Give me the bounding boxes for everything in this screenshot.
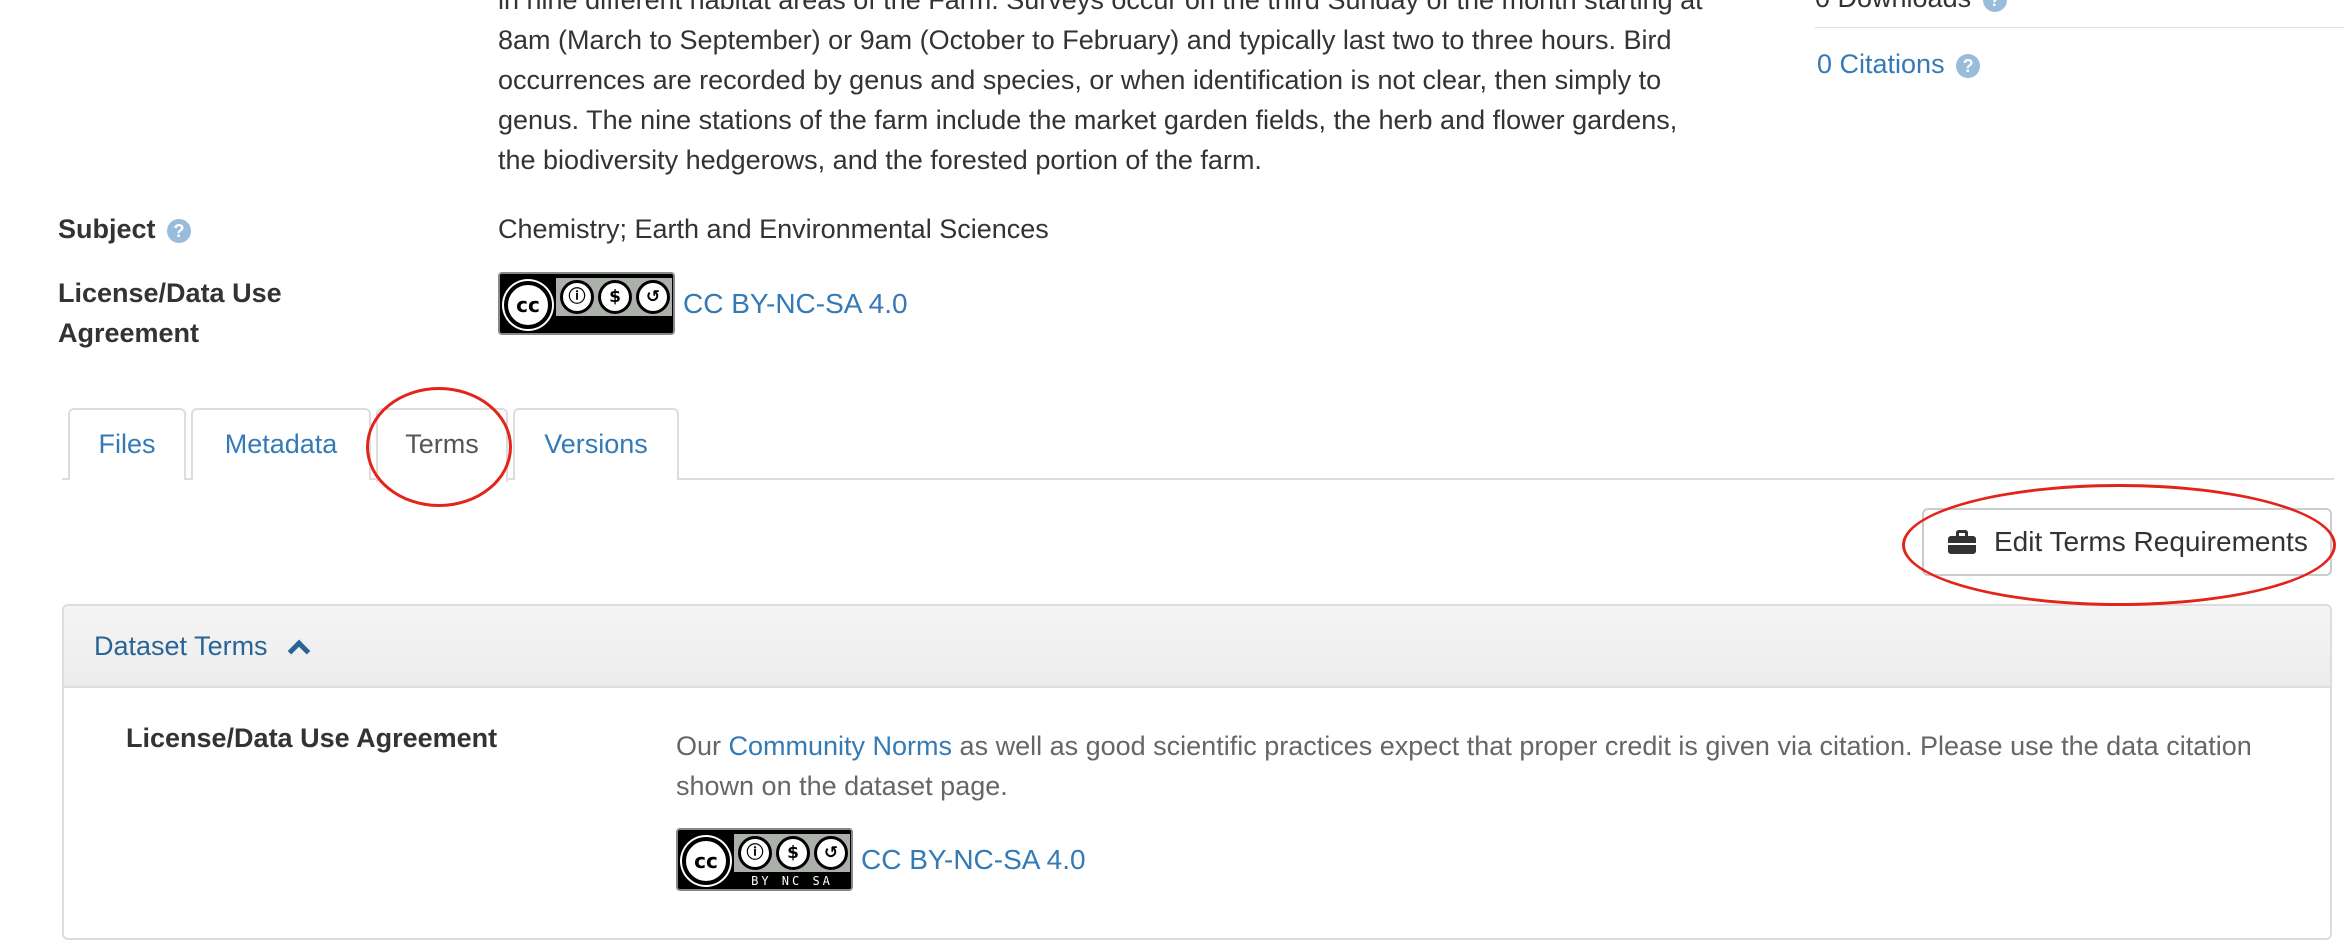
cc-license-badge-icon[interactable]: cc ⓘ $ ↺ BY NC SA <box>676 828 853 891</box>
tab-terms[interactable]: Terms <box>376 408 508 482</box>
cc-sa-icon: ↺ <box>636 280 670 314</box>
tab-versions[interactable]: Versions <box>513 408 679 480</box>
cc-badge-text: BY NC SA <box>556 318 672 333</box>
chevron-up-icon[interactable] <box>287 639 311 663</box>
cc-by-icon: ⓘ <box>560 280 594 314</box>
dataset-description: in nine different habitat areas of the F… <box>498 0 1798 180</box>
dataset-tabs: Files Metadata Terms Versions <box>62 408 2334 482</box>
terms-text-before: Our <box>676 731 729 761</box>
cc-nc-icon: $ <box>598 280 632 314</box>
description-line: the biodiversity hedgerows, and the fore… <box>498 145 1262 175</box>
description-line: 8am (March to September) or 9am (October… <box>498 25 1672 55</box>
metrics-divider <box>1815 27 2344 28</box>
tab-files[interactable]: Files <box>68 408 186 480</box>
help-icon[interactable]: ? <box>1982 0 2007 12</box>
description-line: genus. The nine stations of the farm inc… <box>498 105 1678 135</box>
help-icon[interactable]: ? <box>167 219 192 243</box>
subject-value: Chemistry; Earth and Environmental Scien… <box>498 214 1049 244</box>
help-icon[interactable]: ? <box>1956 54 1981 78</box>
citations-link[interactable]: 0 Citations ? <box>1817 44 1981 84</box>
license-label: License/Data Use Agreement <box>58 278 282 348</box>
cc-logo-icon: cc <box>682 837 730 885</box>
license-value: cc ⓘ $ ↺ BY NC SA CC BY-NC-SA 4.0 <box>498 272 908 335</box>
downloads-count: 0 Downloads <box>1815 0 1971 13</box>
description-line: occurrences are recorded by genus and sp… <box>498 65 1662 95</box>
terms-license-link[interactable]: CC BY-NC-SA 4.0 <box>861 844 1086 876</box>
cc-license-badge-icon[interactable]: cc ⓘ $ ↺ BY NC SA <box>498 272 675 335</box>
downloads-metric: 0 Downloads ? <box>1815 0 2007 18</box>
edit-terms-label[interactable]: Edit Terms Requirements <box>1994 526 2308 558</box>
briefcase-icon <box>1948 530 1976 554</box>
panel-heading-text[interactable]: Dataset Terms <box>94 631 268 661</box>
terms-license: cc ⓘ $ ↺ BY NC SA CC BY-NC-SA 4.0 <box>676 828 1086 891</box>
terms-description: Our Community Norms as well as good scie… <box>676 726 2296 806</box>
dataset-terms-panel: Dataset Terms License/Data Use Agreement… <box>62 604 2332 940</box>
cc-by-icon: ⓘ <box>738 836 772 870</box>
description-line: in nine different habitat areas of the F… <box>498 0 1703 15</box>
subject-label-text: Subject <box>58 214 156 244</box>
community-norms-link[interactable]: Community Norms <box>729 731 953 761</box>
dataset-page: in nine different habitat areas of the F… <box>0 0 2344 948</box>
subject-label: Subject ? <box>58 209 192 249</box>
cc-badge-text: BY NC SA <box>751 874 833 888</box>
cc-logo-icon: cc <box>504 281 552 329</box>
license-link[interactable]: CC BY-NC-SA 4.0 <box>683 284 908 324</box>
tab-metadata[interactable]: Metadata <box>191 408 371 480</box>
cc-sa-icon: ↺ <box>814 836 848 870</box>
terms-license-label: License/Data Use Agreement <box>126 723 498 753</box>
dataset-terms-toggle[interactable]: Dataset Terms <box>64 606 2330 688</box>
edit-terms-button[interactable]: Edit Terms Requirements <box>1922 508 2332 576</box>
citations-count[interactable]: 0 Citations <box>1817 49 1945 79</box>
cc-nc-icon: $ <box>776 836 810 870</box>
